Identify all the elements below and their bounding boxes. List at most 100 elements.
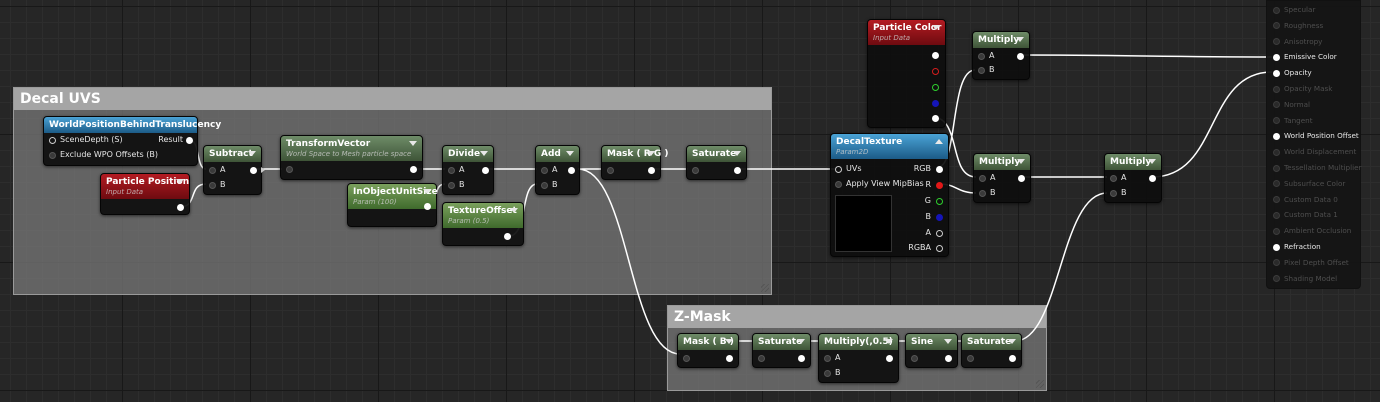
output-pin[interactable] (1149, 175, 1156, 182)
node-multiply[interactable]: Multiply A B (973, 153, 1031, 203)
output-pin[interactable] (932, 115, 939, 122)
input-pin[interactable] (1273, 227, 1280, 235)
output-pin[interactable] (945, 355, 952, 362)
input-pin[interactable] (1273, 211, 1280, 219)
input-pin[interactable] (683, 355, 690, 362)
output-pin[interactable] (648, 167, 655, 174)
chevron-down-icon[interactable] (647, 151, 655, 156)
output-pin[interactable] (798, 355, 805, 362)
chevron-down-icon[interactable] (733, 151, 741, 156)
output-pin[interactable] (726, 355, 733, 362)
chevron-down-icon[interactable] (797, 339, 805, 344)
input-pin[interactable] (1273, 196, 1280, 204)
chevron-down-icon[interactable] (248, 151, 256, 156)
input-pin[interactable] (1273, 132, 1280, 140)
output-pin[interactable] (936, 166, 943, 173)
input-pin[interactable] (541, 182, 548, 189)
input-pin[interactable] (824, 370, 831, 377)
output-pin[interactable] (1018, 175, 1025, 182)
output-pin[interactable] (936, 245, 943, 252)
output-pin[interactable] (250, 167, 257, 174)
output-pin[interactable] (932, 52, 939, 59)
input-pin[interactable] (692, 167, 699, 174)
input-pin[interactable] (835, 181, 842, 188)
output-pin[interactable] (410, 166, 417, 173)
input-pin[interactable] (448, 167, 455, 174)
input-pin[interactable] (1273, 6, 1280, 14)
chevron-down-icon[interactable] (566, 151, 574, 156)
input-pin[interactable] (978, 67, 985, 74)
node-in-object-unit-size[interactable]: InObjectUnitSize Param (100) (347, 183, 438, 227)
output-pin[interactable] (1009, 355, 1016, 362)
input-pin[interactable] (448, 182, 455, 189)
node-particle-color[interactable]: Particle Color Input Data (867, 19, 946, 128)
input-pin[interactable] (911, 355, 918, 362)
input-pin[interactable] (758, 355, 765, 362)
output-pin[interactable] (932, 100, 939, 107)
node-add[interactable]: Add A B (535, 145, 580, 195)
input-pin[interactable] (1110, 175, 1117, 182)
input-pin[interactable] (835, 166, 842, 173)
chevron-down-icon[interactable] (944, 339, 952, 344)
input-pin[interactable] (49, 137, 56, 144)
input-pin[interactable] (1273, 101, 1280, 109)
input-pin[interactable] (1273, 148, 1280, 156)
input-pin[interactable] (209, 167, 216, 174)
chevron-up-icon[interactable] (935, 139, 943, 144)
node-saturate[interactable]: Saturate (961, 333, 1022, 368)
node-world-position-behind-translucency[interactable]: WorldPositionBehindTranslucency SceneDep… (43, 116, 221, 166)
node-transform-vector[interactable]: TransformVector World Space to Mesh parti… (280, 135, 423, 180)
input-pin[interactable] (1273, 53, 1280, 61)
input-pin[interactable] (979, 190, 986, 197)
input-pin[interactable] (49, 152, 56, 159)
chevron-down-icon[interactable] (423, 189, 431, 194)
chevron-down-icon[interactable] (176, 179, 184, 184)
input-pin[interactable] (979, 175, 986, 182)
chevron-down-icon[interactable] (510, 208, 518, 213)
output-pin[interactable] (936, 230, 943, 237)
input-pin[interactable] (1273, 275, 1280, 283)
chevron-down-icon[interactable] (932, 25, 940, 30)
node-particle-position[interactable]: Particle Position Input Data (100, 173, 190, 215)
output-pin[interactable] (932, 68, 939, 75)
input-pin[interactable] (1273, 38, 1280, 46)
input-pin[interactable] (1110, 190, 1117, 197)
input-pin[interactable] (1273, 85, 1280, 93)
input-pin[interactable] (1273, 180, 1280, 188)
chevron-down-icon[interactable] (1017, 159, 1025, 164)
node-mask-rg[interactable]: Mask ( R G ) (601, 145, 668, 180)
node-multiply[interactable]: Multiply A B (972, 31, 1030, 80)
input-pin[interactable] (1273, 243, 1280, 251)
output-pin[interactable] (936, 214, 943, 221)
input-pin[interactable] (541, 167, 548, 174)
chevron-down-icon[interactable] (409, 141, 417, 146)
output-pin[interactable] (504, 233, 511, 240)
node-multiply[interactable]: Multiply A B (1104, 153, 1162, 203)
output-pin[interactable] (482, 167, 489, 174)
input-pin[interactable] (1273, 22, 1280, 30)
output-pin[interactable] (936, 198, 943, 205)
input-pin[interactable] (1273, 259, 1280, 267)
input-pin[interactable] (1273, 164, 1280, 172)
node-mask-b[interactable]: Mask ( B ) (677, 333, 739, 368)
input-pin[interactable] (286, 166, 293, 173)
node-divide[interactable]: Divide A B (442, 145, 494, 195)
chevron-down-icon[interactable] (1016, 37, 1024, 42)
output-pin[interactable] (886, 355, 893, 362)
chevron-down-icon[interactable] (885, 339, 893, 344)
node-decal-texture[interactable]: DecalTexture Param2D UVs Apply View MipBi… (830, 133, 949, 257)
chevron-down-icon[interactable] (1008, 339, 1016, 344)
output-pin[interactable] (568, 167, 575, 174)
node-texture-offset[interactable]: TextureOffset Param (0.5) (442, 202, 524, 246)
chevron-down-icon[interactable] (725, 339, 733, 344)
node-multiply-half[interactable]: Multiply(,0.5) A B (818, 333, 899, 383)
input-pin[interactable] (824, 355, 831, 362)
output-pin[interactable] (424, 203, 431, 210)
output-pin[interactable] (186, 137, 193, 144)
output-pin[interactable] (177, 204, 184, 211)
chevron-down-icon[interactable] (1148, 159, 1156, 164)
output-pin[interactable] (734, 167, 741, 174)
output-pin[interactable] (1017, 53, 1024, 60)
chevron-down-icon[interactable] (480, 151, 488, 156)
material-result-node[interactable]: Specular Roughness Anisotropy Emissive Colo… (1266, 0, 1361, 289)
